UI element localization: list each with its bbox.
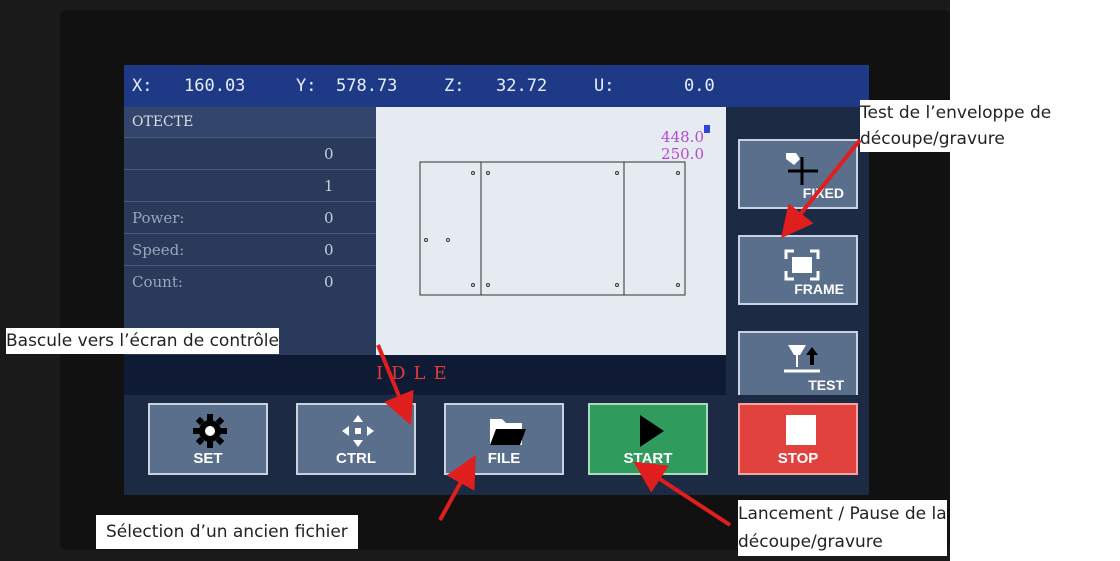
preview-outline <box>419 161 686 296</box>
count-label: Count: <box>132 273 183 291</box>
frame-annotation-line2: découpe/gravure <box>860 129 1005 149</box>
x-value: 160.03 <box>184 76 246 96</box>
frame-button[interactable]: FRAME <box>738 235 858 305</box>
u-value: 0.0 <box>684 76 715 96</box>
bottom-toolbar: SET CTRL FILE START STOP <box>124 395 869 495</box>
folder-icon <box>490 419 526 445</box>
stop-square-icon <box>786 415 816 445</box>
test-button[interactable]: TEST <box>738 331 858 401</box>
ctrl-button[interactable]: CTRL <box>296 403 416 475</box>
frame-annotation-line1: Test de l’enveloppe de <box>860 103 1052 123</box>
file-annotation: Sélection d’un ancien fichier <box>96 515 358 549</box>
set-button[interactable]: SET <box>148 403 268 475</box>
info-row: 0 <box>124 137 376 170</box>
speed-value: 0 <box>324 241 334 259</box>
job-width-value: 448.0 <box>661 128 704 146</box>
info-row-count: Count: 0 <box>124 265 376 298</box>
laser-test-icon <box>784 345 820 373</box>
z-value: 32.72 <box>496 76 548 96</box>
coordinate-bar: X: 160.03 Y: 578.73 Z: 32.72 U: 0.0 <box>124 65 869 107</box>
y-value: 578.73 <box>336 76 398 96</box>
start-annotation-line2: découpe/gravure <box>738 532 883 552</box>
file-button-label: FILE <box>487 450 521 467</box>
origin-marker <box>704 125 710 133</box>
machine-status: IDLE <box>376 363 455 384</box>
frame-annotation: Test de l’enveloppe de découpe/gravure <box>860 100 1052 152</box>
fixed-button[interactable]: FIXED <box>738 139 858 209</box>
info-row-value: 1 <box>324 177 334 195</box>
info-row-speed: Speed: 0 <box>124 233 376 266</box>
speed-label: Speed: <box>132 241 185 259</box>
set-button-label: SET <box>193 450 223 467</box>
job-dimensions: 448.0 250.0 <box>661 129 704 163</box>
power-label: Power: <box>132 209 185 227</box>
start-annotation-line1: Lancement / Pause de la <box>738 504 947 524</box>
stop-button[interactable]: STOP <box>738 403 858 475</box>
z-label: Z: <box>444 76 465 96</box>
status-bar: IDLE <box>124 355 726 395</box>
test-button-label: TEST <box>808 377 844 393</box>
frame-button-label: FRAME <box>794 281 844 297</box>
fixed-origin-icon <box>786 153 818 185</box>
start-button[interactable]: START <box>588 403 708 475</box>
info-row-power: Power: 0 <box>124 201 376 234</box>
controller-screen: X: 160.03 Y: 578.73 Z: 32.72 U: 0.0 OTEC… <box>124 65 869 495</box>
gear-icon <box>193 414 227 448</box>
u-label: U: <box>594 76 615 96</box>
stop-button-label: STOP <box>777 450 819 467</box>
info-row-value: 0 <box>324 145 334 163</box>
start-annotation: Lancement / Pause de la découpe/gravure <box>738 500 947 556</box>
file-button[interactable]: FILE <box>444 403 564 475</box>
move-arrows-icon <box>342 415 374 447</box>
info-panel-title: OTECTE <box>124 107 376 137</box>
frame-icon <box>784 249 820 281</box>
job-info-panel: OTECTE 0 1 Power: 0 Speed: 0 Count: 0 <box>124 107 376 355</box>
x-label: X: <box>132 76 153 96</box>
ctrl-button-label: CTRL <box>336 450 376 467</box>
play-icon <box>640 415 664 447</box>
info-row: 1 <box>124 169 376 202</box>
job-height-value: 250.0 <box>661 145 704 163</box>
start-button-label: START <box>623 450 673 467</box>
fixed-button-label: FIXED <box>802 185 844 201</box>
ctrl-annotation: Bascule vers l’écran de contrôle <box>6 328 279 354</box>
power-value: 0 <box>324 209 334 227</box>
y-label: Y: <box>296 76 317 96</box>
job-preview[interactable]: 448.0 250.0 <box>376 107 726 355</box>
count-value: 0 <box>324 273 334 291</box>
